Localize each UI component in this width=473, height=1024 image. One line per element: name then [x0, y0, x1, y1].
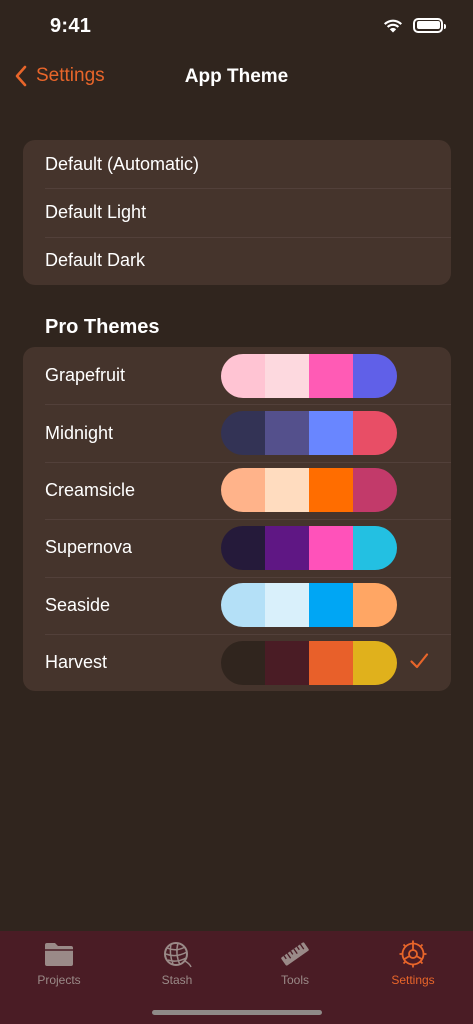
theme-color-swatch [221, 583, 397, 628]
theme-option-label: Default Light [45, 202, 147, 223]
yarn-ball-icon [164, 942, 192, 968]
pro-themes-header: Pro Themes [45, 316, 160, 338]
tab-label: Stash [161, 973, 193, 987]
swatch-color [353, 583, 397, 628]
theme-option-default-automatic[interactable]: Default (Automatic) [23, 140, 451, 188]
theme-option-label: Default (Automatic) [45, 153, 200, 174]
theme-option-label: Default Dark [45, 250, 146, 271]
swatch-color [265, 525, 309, 570]
swatch-color [309, 640, 353, 685]
theme-option-midnight[interactable]: Midnight [23, 404, 451, 461]
tab-bar: Projects Stash Tools Settings [0, 931, 473, 1024]
theme-option-label: Harvest [45, 652, 108, 673]
swatch-color [265, 468, 309, 513]
swatch-color [309, 525, 353, 570]
swatch-color [221, 583, 265, 628]
swatch-color [265, 353, 309, 398]
status-icons [383, 17, 446, 33]
pro-themes-list: Grapefruit Midnight Creamsicle Supernova… [23, 347, 451, 691]
ruler-icon [281, 942, 309, 966]
theme-option-label: Grapefruit [45, 365, 126, 386]
swatch-color [353, 353, 397, 398]
swatch-color [221, 525, 265, 570]
theme-color-swatch [221, 640, 397, 685]
swatch-color [221, 353, 265, 398]
swatch-color [353, 468, 397, 513]
theme-color-swatch [221, 525, 397, 570]
tab-label: Settings [391, 973, 435, 987]
theme-option-seaside[interactable]: Seaside [23, 576, 451, 634]
theme-option-creamsicle[interactable]: Creamsicle [23, 461, 451, 519]
status-bar: 9:41 [0, 0, 473, 54]
swatch-color [221, 468, 265, 513]
swatch-color [353, 411, 397, 456]
theme-option-default-light[interactable]: Default Light [23, 188, 451, 236]
battery-icon [413, 17, 446, 33]
tab-settings[interactable]: Settings [354, 939, 472, 987]
tab-tools[interactable]: Tools [236, 939, 354, 987]
swatch-color [265, 640, 309, 685]
theme-option-label: Midnight [45, 422, 114, 443]
tab-label: Projects [37, 973, 81, 987]
theme-option-label: Supernova [45, 537, 133, 558]
theme-color-swatch [221, 411, 397, 456]
theme-option-label: Creamsicle [45, 479, 136, 500]
gear-icon [399, 940, 427, 968]
theme-option-label: Seaside [45, 594, 111, 615]
tab-projects[interactable]: Projects [0, 939, 118, 987]
default-themes-list: Default (Automatic) Default Light Defaul… [23, 140, 451, 285]
swatch-color [309, 411, 353, 456]
wifi-icon [384, 19, 402, 33]
theme-option-supernova[interactable]: Supernova [23, 519, 451, 576]
swatch-color [353, 640, 397, 685]
folder-icon [45, 943, 73, 966]
theme-color-swatch [221, 353, 397, 398]
swatch-color [265, 583, 309, 628]
status-time: 9:41 [50, 15, 92, 37]
swatch-color [309, 583, 353, 628]
theme-option-grapefruit[interactable]: Grapefruit [23, 347, 451, 404]
swatch-color [265, 411, 309, 456]
navigation-bar: Settings App Theme [0, 54, 473, 100]
checkmark-icon [410, 653, 429, 669]
swatch-color [353, 525, 397, 570]
swatch-color [309, 468, 353, 513]
theme-color-swatch [221, 468, 397, 513]
page-title: App Theme [184, 66, 289, 87]
app-theme-screen: 9:41 Settings App Theme Default (Automat… [0, 0, 473, 1024]
tab-label: Tools [280, 973, 309, 987]
home-indicator [152, 1010, 322, 1015]
swatch-color [221, 640, 265, 685]
swatch-color [221, 411, 265, 456]
theme-option-harvest[interactable]: Harvest [23, 633, 451, 691]
tab-stash[interactable]: Stash [118, 939, 236, 987]
swatch-color [309, 353, 353, 398]
theme-option-default-dark[interactable]: Default Dark [23, 236, 451, 285]
